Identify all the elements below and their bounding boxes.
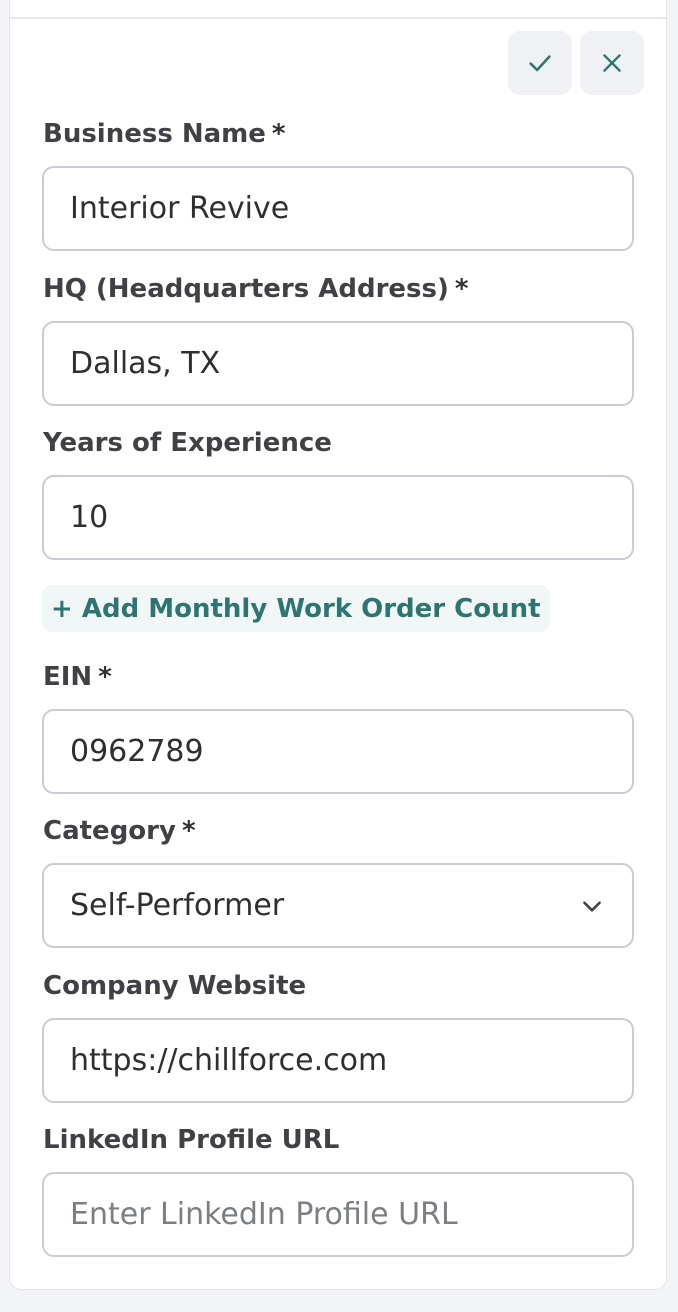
website-label: Company Website: [43, 970, 306, 1002]
required-mark: *: [454, 274, 469, 304]
category-select[interactable]: Self-Performer: [42, 863, 634, 948]
business-name-input[interactable]: [42, 166, 634, 251]
required-mark: *: [271, 119, 286, 149]
linkedin-input[interactable]: [42, 1172, 634, 1257]
ein-label-text: EIN: [43, 662, 93, 692]
years-input[interactable]: [42, 475, 634, 560]
divider: [10, 17, 666, 19]
linkedin-label-text: LinkedIn Profile URL: [43, 1125, 340, 1155]
add-monthly-work-order-button[interactable]: + Add Monthly Work Order Count: [42, 585, 550, 632]
ein-input[interactable]: [42, 709, 634, 794]
category-label-text: Category: [43, 816, 176, 846]
category-selected-value: Self-Performer: [70, 888, 285, 923]
ein-label: EIN *: [43, 661, 112, 693]
hq-label: HQ (Headquarters Address) *: [43, 273, 469, 305]
required-mark: *: [98, 662, 112, 692]
website-label-text: Company Website: [43, 971, 307, 1001]
required-mark: *: [181, 816, 196, 846]
business-name-label: Business Name *: [43, 118, 286, 150]
confirm-button[interactable]: [508, 31, 572, 95]
hq-label-text: HQ (Headquarters Address): [43, 274, 449, 304]
close-icon: [603, 54, 621, 72]
linkedin-label: LinkedIn Profile URL: [43, 1124, 339, 1156]
years-label-text: Years of Experience: [43, 428, 332, 458]
category-label: Category *: [43, 815, 196, 847]
chevron-down-icon: [578, 892, 606, 920]
website-input[interactable]: [42, 1018, 634, 1103]
hq-input[interactable]: [42, 321, 634, 406]
business-name-label-text: Business Name: [43, 119, 266, 149]
years-label: Years of Experience: [43, 427, 332, 459]
check-icon: [529, 55, 551, 72]
cancel-button[interactable]: [580, 31, 644, 95]
